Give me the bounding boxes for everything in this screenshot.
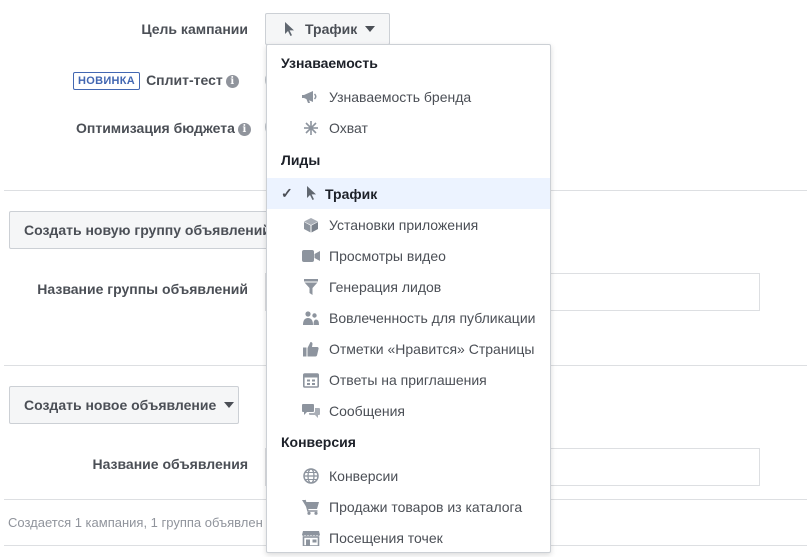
- menu-item-video-views[interactable]: Просмотры видео: [267, 240, 550, 271]
- menu-item-label: Посещения точек: [329, 529, 443, 546]
- new-badge: НОВИНКА: [73, 72, 141, 91]
- menu-item-event-responses[interactable]: Ответы на приглашения: [267, 364, 550, 395]
- create-adset-button[interactable]: Создать новую группу объявлений: [9, 211, 289, 249]
- box-icon: [302, 216, 320, 234]
- store-icon: [302, 529, 320, 547]
- menu-item-label: Генерация лидов: [329, 278, 442, 295]
- menu-item-label: Установки приложения: [329, 216, 479, 233]
- funnel-icon: [302, 278, 320, 296]
- menu-item-app-installs[interactable]: Установки приложения: [267, 209, 550, 240]
- menu-item-label: Просмотры видео: [329, 247, 446, 264]
- footer-summary: Создается 1 кампания, 1 группа объявлен: [8, 515, 263, 530]
- chevron-down-icon: [224, 402, 235, 408]
- cursor-icon: [302, 185, 320, 203]
- cart-icon: [302, 498, 320, 516]
- create-adset-button-label: Создать новую группу объявлений: [24, 222, 271, 238]
- menu-item-label: Отметки «Нравится» Страницы: [329, 340, 535, 357]
- menu-item-label: Охват: [329, 119, 368, 136]
- menu-item-label: Трафик: [325, 185, 378, 202]
- menu-item-store-visits[interactable]: Посещения точек: [267, 522, 550, 553]
- info-icon[interactable]: i: [237, 122, 251, 136]
- menu-item-conversions[interactable]: Конверсии: [267, 460, 550, 491]
- check-icon: ✓: [281, 185, 293, 201]
- create-ad-button[interactable]: Создать новое объявление: [9, 386, 239, 424]
- people-icon: [302, 309, 320, 327]
- menu-item-traffic[interactable]: ✓ Трафик: [267, 178, 550, 209]
- menu-item-lead-generation[interactable]: Генерация лидов: [267, 271, 550, 302]
- menu-section-awareness: Узнаваемость: [281, 55, 378, 71]
- menu-item-reach[interactable]: Охват: [267, 112, 550, 143]
- chevron-down-icon: [365, 26, 376, 32]
- menu-item-label: Конверсии: [329, 467, 399, 484]
- budget-optimization-row: Оптимизация бюджета i: [76, 120, 251, 136]
- menu-item-brand-awareness[interactable]: Узнаваемость бренда: [267, 81, 550, 112]
- menu-section-conversion: Конверсия: [281, 434, 356, 450]
- menu-item-post-engagement[interactable]: Вовлеченность для публикации: [267, 302, 550, 333]
- menu-item-catalog-sales[interactable]: Продажи товаров из каталога: [267, 491, 550, 522]
- megaphone-icon: [302, 88, 320, 106]
- cursor-icon: [284, 21, 295, 37]
- reach-snowflake-icon: [302, 119, 320, 137]
- menu-item-messages[interactable]: Сообщения: [267, 395, 550, 426]
- globe-icon: [302, 467, 320, 485]
- campaign-goal-value: Трафик: [305, 21, 358, 37]
- create-ad-button-label: Создать новое объявление: [24, 397, 217, 413]
- split-test-label: Сплит-тест: [146, 72, 223, 88]
- menu-item-page-likes[interactable]: Отметки «Нравится» Страницы: [267, 333, 550, 364]
- calendar-icon: [302, 371, 320, 389]
- split-test-row: НОВИНКА Сплит-тест i: [73, 72, 239, 91]
- ad-name-label: Название объявления: [92, 456, 248, 472]
- objective-menu: Узнаваемость Узнаваемость бренда Охват Л…: [266, 44, 551, 553]
- video-camera-icon: [302, 247, 320, 265]
- menu-item-label: Продажи товаров из каталога: [329, 498, 523, 515]
- chat-bubbles-icon: [302, 402, 320, 420]
- campaign-goal-label: Цель кампании: [141, 21, 248, 37]
- info-icon[interactable]: i: [225, 74, 239, 88]
- thumbs-up-icon: [302, 340, 320, 358]
- menu-section-leads: Лиды: [281, 152, 321, 168]
- campaign-goal-dropdown[interactable]: Трафик: [265, 13, 390, 45]
- menu-item-label: Узнаваемость бренда: [329, 88, 472, 105]
- menu-item-label: Вовлеченность для публикации: [329, 309, 536, 326]
- adset-name-label: Название группы объявлений: [37, 281, 248, 297]
- menu-item-label: Сообщения: [329, 402, 405, 419]
- menu-item-label: Ответы на приглашения: [329, 371, 487, 388]
- budget-optimization-label: Оптимизация бюджета: [76, 120, 235, 136]
